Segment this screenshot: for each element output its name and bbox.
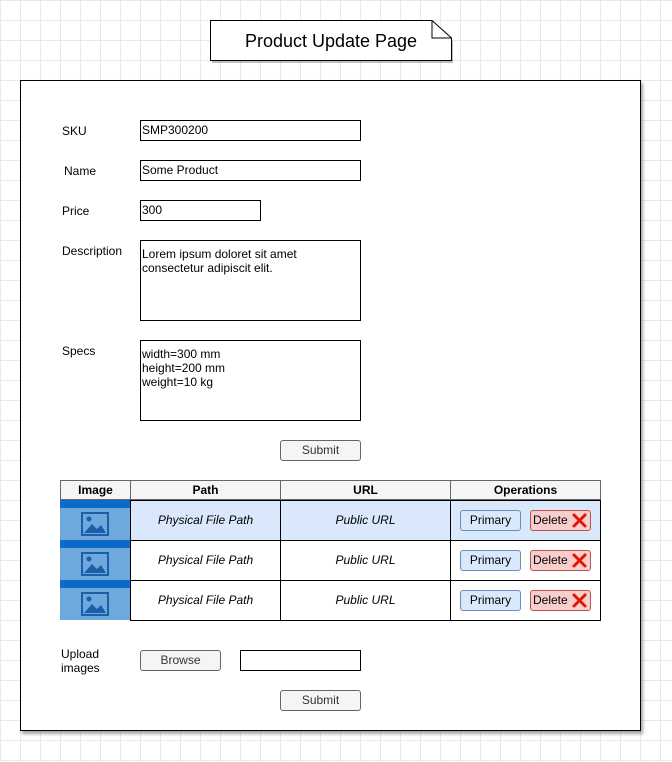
images-table: Image Path URL Operations Physical File …	[60, 480, 601, 621]
sku-label: SKU	[62, 124, 87, 138]
description-label: Description	[62, 244, 123, 258]
path-cell: Physical File Path	[130, 580, 281, 621]
browse-button[interactable]: Browse	[140, 650, 221, 671]
delete-label: Delete	[533, 593, 568, 607]
page-title: Product Update Page	[244, 31, 418, 51]
primary-button[interactable]: Primary	[460, 550, 521, 571]
image-icon	[81, 552, 109, 576]
primary-button[interactable]: Primary	[460, 510, 521, 531]
url-cell: Public URL	[280, 500, 451, 541]
path-cell: Physical File Path	[130, 540, 281, 581]
description-textarea[interactable]: Lorem ipsum doloret sit amet consectetur…	[140, 240, 361, 321]
name-field[interactable]: Some Product	[140, 160, 361, 181]
column-header-url: URL	[280, 480, 451, 500]
operations-cell: Primary Delete	[450, 500, 601, 541]
sku-field[interactable]: SMP300200	[140, 120, 361, 141]
delete-label: Delete	[533, 513, 568, 527]
image-thumbnail[interactable]	[60, 580, 131, 620]
delete-button[interactable]: Delete	[530, 590, 591, 611]
image-icon	[81, 512, 109, 536]
url-cell: Public URL	[280, 580, 451, 621]
upload-images-label: Upload images	[61, 647, 100, 675]
operations-cell: Primary Delete	[450, 540, 601, 581]
image-thumbnail[interactable]	[60, 500, 131, 540]
image-icon	[81, 592, 109, 616]
column-header-image: Image	[60, 480, 131, 500]
specs-textarea[interactable]: width=300 mm height=200 mm weight=10 kg	[140, 340, 361, 421]
close-icon	[572, 593, 587, 608]
price-label: Price	[62, 204, 90, 218]
path-cell: Physical File Path	[130, 500, 281, 541]
operations-cell: Primary Delete	[450, 580, 601, 621]
column-header-operations: Operations	[450, 480, 601, 500]
delete-label: Delete	[533, 553, 568, 567]
specs-label: Specs	[62, 344, 96, 358]
name-label: Name	[64, 164, 97, 178]
url-cell: Public URL	[280, 540, 451, 581]
image-thumbnail[interactable]	[60, 540, 131, 580]
price-field[interactable]: 300	[140, 200, 261, 221]
upload-submit-button[interactable]: Submit	[280, 690, 361, 711]
column-header-path: Path	[130, 480, 281, 500]
delete-button[interactable]: Delete	[530, 510, 591, 531]
page-title-note: Product Update Page	[210, 20, 453, 63]
primary-button[interactable]: Primary	[460, 590, 521, 611]
close-icon	[572, 553, 587, 568]
delete-button[interactable]: Delete	[530, 550, 591, 571]
file-path-field[interactable]	[240, 650, 361, 671]
close-icon	[572, 513, 587, 528]
submit-button[interactable]: Submit	[280, 440, 361, 461]
